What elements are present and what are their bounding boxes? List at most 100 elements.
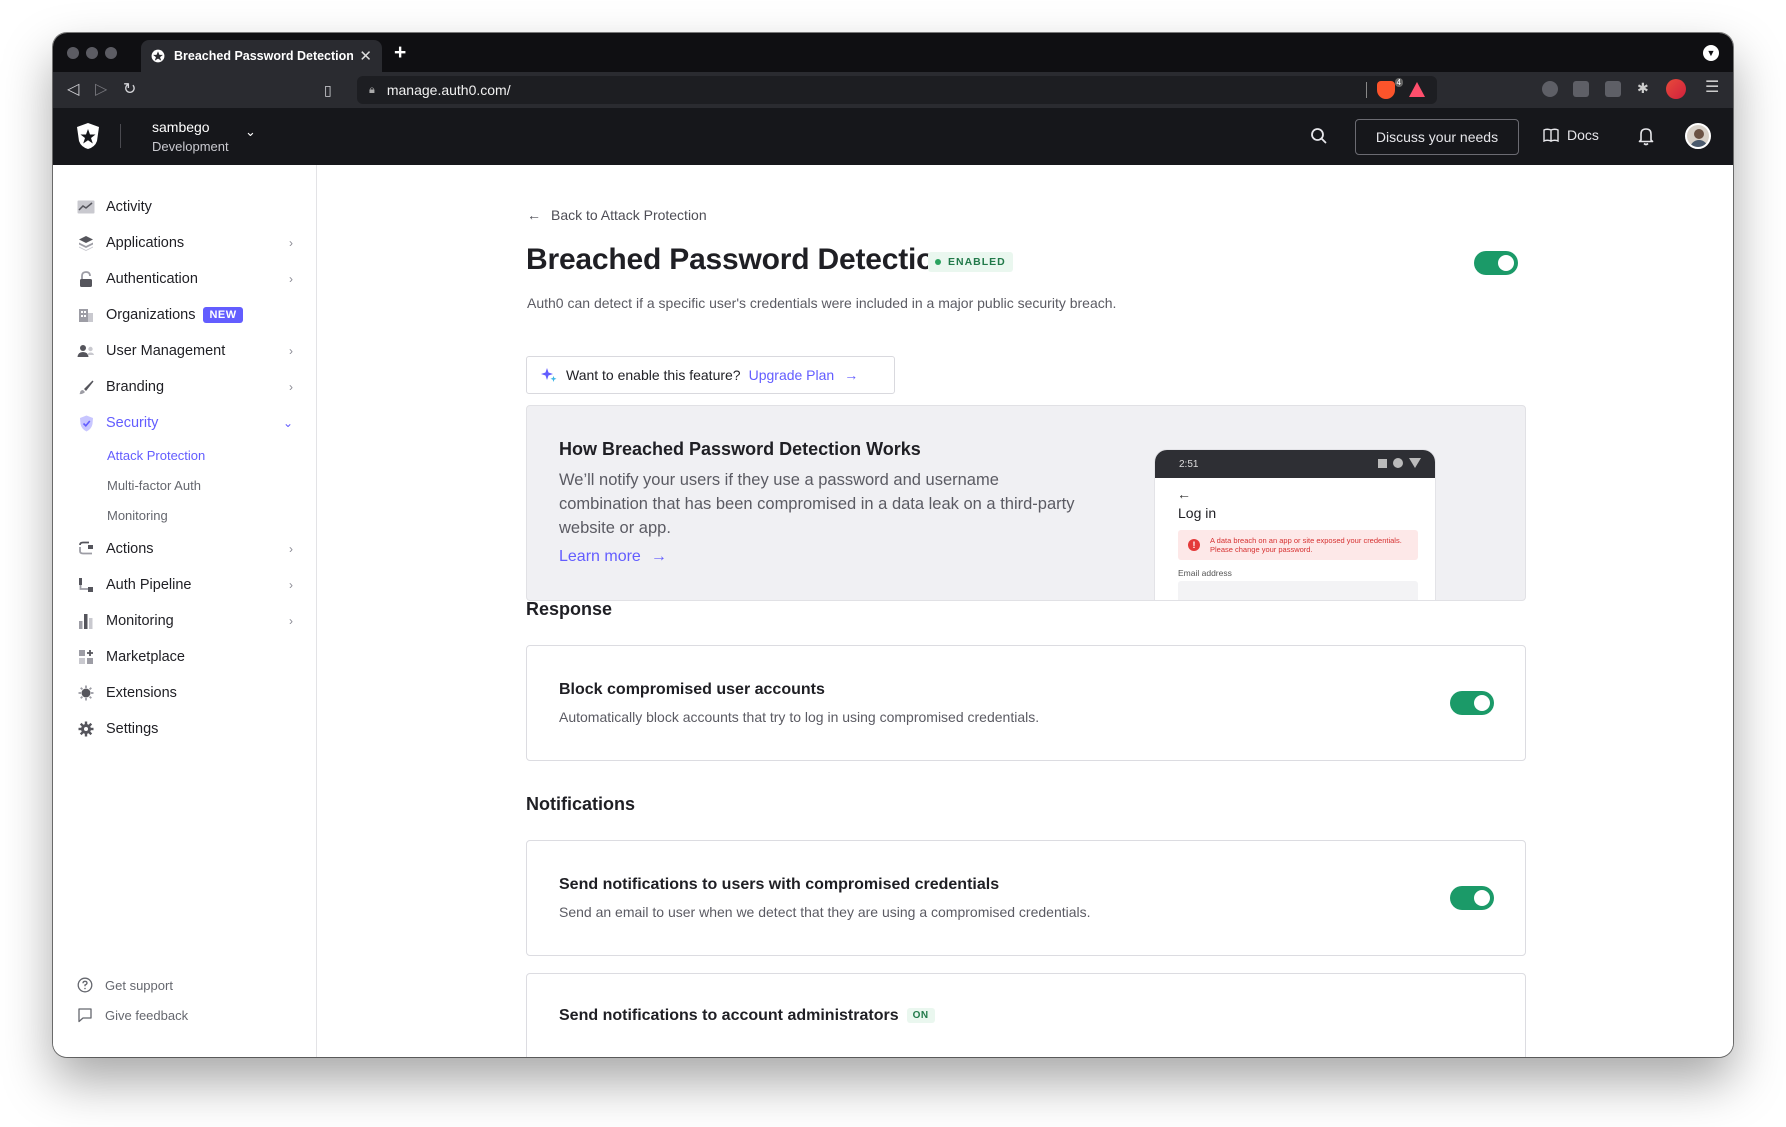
browser-tab-active[interactable]: Breached Password Detection ✕ [141,40,382,72]
activity-icon [77,199,95,215]
chevron-down-icon: ⌄ [282,416,293,430]
sidebar-item-authentication[interactable]: Authentication › [77,267,293,291]
phone-back-arrow-icon: ← [1177,486,1191,502]
sidebar-item-applications[interactable]: Applications › [77,231,293,255]
book-icon [1543,128,1559,142]
sidebar-item-user-management[interactable]: User Management › [77,339,293,363]
how-it-works-body: We’ll notify your users if they use a pa… [559,471,1075,537]
sidebar-item-marketplace[interactable]: Marketplace [77,645,293,669]
sidebar-item-auth-pipeline[interactable]: Auth Pipeline › [77,573,293,597]
sidebar-item-organizations[interactable]: Organizations NEW [77,303,293,327]
extensions-puzzle-icon[interactable]: ✱ [1637,80,1653,96]
auth0-logo-icon[interactable] [75,122,101,150]
gear-icon [77,721,95,737]
sidebar-item-monitoring[interactable]: Monitoring › [77,609,293,633]
search-icon[interactable] [1309,126,1329,146]
zoom-window-button[interactable] [105,47,117,59]
browser-profile-icon[interactable] [1666,79,1686,99]
tenant-env[interactable]: Development [152,139,229,154]
brave-shield-icon[interactable] [1377,81,1395,99]
extension-fb-icon[interactable] [1573,81,1589,97]
url-bar[interactable]: 🔒︎ manage.auth0.com/ 4 [357,76,1437,104]
back-to-attack-protection-link[interactable]: ← Back to Attack Protection [527,207,707,223]
phone-preview: 2:51 ← Log in ! A data breach on an app … [1155,450,1435,600]
block-accounts-toggle[interactable] [1450,691,1494,715]
message-square-icon [77,1007,93,1023]
upgrade-plan-link[interactable]: Upgrade Plan → [749,367,859,383]
how-it-works-title: How Breached Password Detection Works [559,439,921,459]
sidebar-item-extensions[interactable]: Extensions [77,681,293,705]
give-feedback-label: Give feedback [105,1007,189,1023]
tab-menu-icon[interactable]: ▼ [1703,45,1719,61]
upgrade-banner: Want to enable this feature? Upgrade Pla… [526,356,895,394]
phone-alert-text: A data breach on an app or site exposed … [1210,536,1402,554]
phone-breach-alert: ! A data breach on an app or site expose… [1178,530,1418,560]
extension-camera-icon[interactable] [1605,81,1621,97]
forward-nav-icon[interactable]: ▷ [95,80,107,100]
sidebar-item-label: Activity [106,199,152,215]
sidebar-item-branding[interactable]: Branding › [77,375,293,399]
brush-icon [77,379,95,395]
give-feedback-link[interactable]: Give feedback [77,1007,188,1023]
shield-icon [77,415,95,431]
bar-chart-icon [77,613,95,629]
sidebar-subitem-monitoring[interactable]: Monitoring [107,508,168,523]
sidebar-item-label: Monitoring [106,613,174,629]
brave-rewards-icon[interactable] [1409,82,1425,97]
page-description: Auth0 can detect if a specific user's cr… [527,295,1117,311]
building-icon [77,307,95,323]
phone-status-bar: 2:51 [1155,450,1435,478]
extension-info-icon[interactable] [1542,81,1558,97]
sidebar-item-label: Applications [106,235,185,251]
get-support-link[interactable]: Get support [77,977,173,993]
learn-more-link[interactable]: Learn more → [559,548,667,566]
chevron-right-icon: › [289,542,293,556]
pipeline-icon [77,577,95,593]
sidebar-item-security[interactable]: Security ⌄ [77,411,293,435]
phone-circle-icon [1393,458,1403,468]
sidebar-item-activity[interactable]: Activity [77,195,293,219]
user-avatar[interactable] [1685,123,1711,149]
notify-admins-title: Send notifications to account administra… [559,1007,935,1025]
sidebar-item-settings[interactable]: Settings [77,717,293,741]
app-header: sambego Development ⌄ Discuss your needs… [53,108,1733,165]
on-badge: ON [906,1008,935,1024]
status-label: ENABLED [948,256,1006,268]
sidebar-subitem-multi-factor-auth[interactable]: Multi-factor Auth [107,478,201,493]
arrow-right-icon: → [844,367,859,383]
bell-icon[interactable] [1638,126,1654,146]
feature-enabled-toggle[interactable] [1474,251,1518,275]
notify-admins-title-text: Send notifications to account administra… [559,1007,899,1024]
new-tab-button[interactable]: + [394,41,406,65]
notify-users-desc: Send an email to user when we detect tha… [559,904,1091,920]
close-window-button[interactable] [67,47,79,59]
sidebar-item-label: Organizations [106,307,196,323]
brave-shield-count: 4 [1394,78,1403,87]
tenant-name[interactable]: sambego [152,119,210,135]
discuss-needs-button[interactable]: Discuss your needs [1355,119,1519,155]
chevron-right-icon: › [289,236,293,250]
close-tab-icon[interactable]: ✕ [359,47,372,65]
auth0-favicon-icon [151,49,165,63]
phone-square-icon [1378,458,1387,468]
sidebar-subitem-attack-protection[interactable]: Attack Protection [107,448,205,463]
chevron-right-icon: › [289,578,293,592]
browser-menu-icon[interactable]: ☰ [1705,77,1721,96]
lock-icon: 🔒︎ [369,83,375,96]
tenant-chevron-down-icon[interactable]: ⌄ [245,124,256,140]
reload-icon[interactable]: ↻ [123,80,136,100]
arrow-left-icon: ← [527,207,541,223]
bookmark-icon[interactable]: ▯ [324,80,332,100]
minimize-window-button[interactable] [86,47,98,59]
sidebar-item-actions[interactable]: Actions › [77,537,293,561]
sidebar-item-label: Authentication [106,271,198,287]
main-content: ← Back to Attack Protection Breached Pas… [318,165,1733,1057]
back-link-label: Back to Attack Protection [551,207,707,223]
url-text: manage.auth0.com/ [386,82,511,98]
tab-title: Breached Password Detection [174,49,354,63]
docs-link[interactable]: Docs [1543,127,1599,143]
help-circle-icon [77,977,93,993]
page-title: Breached Password Detection [526,243,953,276]
back-nav-icon[interactable]: ◁ [67,80,79,100]
notify-users-toggle[interactable] [1450,886,1494,910]
